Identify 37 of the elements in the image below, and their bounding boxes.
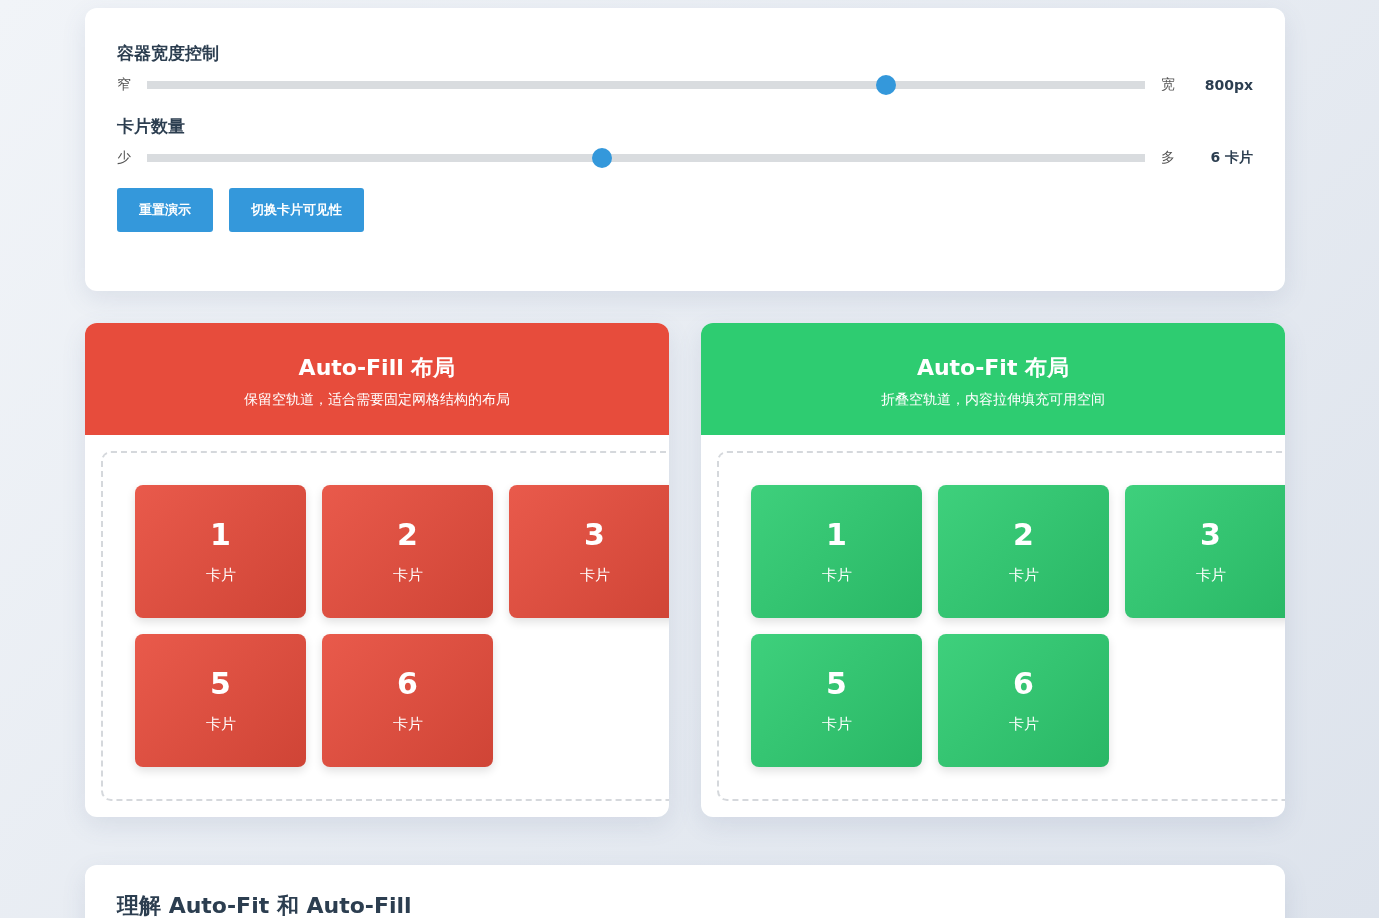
card-number: 5 [825,666,848,701]
control-title: 容器宽度控制 [117,42,220,65]
card-number: 3 [1199,517,1222,552]
card-number: 6 [396,666,419,701]
card-label: 卡片 [1194,566,1227,585]
action-button[interactable]: 重置演示 [117,188,213,232]
card-number: 5 [209,666,232,701]
section-heading: 理解 Auto-Fit 和 Auto-Fill [117,892,413,918]
slider-thumb[interactable] [875,75,896,95]
slider-max-label: 宽 [1161,76,1175,94]
slider-min-label: 窄 [117,76,131,94]
panel-title: Auto-Fill 布局 [297,354,457,382]
slider-max-label: 多 [1161,149,1175,167]
card-label: 卡片 [820,566,853,585]
action-button[interactable]: 切换卡片可见性 [229,188,364,232]
slider-value: 800px [1203,77,1253,93]
card-label: 卡片 [204,715,237,734]
card-number: 1 [209,517,232,552]
card-number: 1 [825,517,848,552]
card-number: 6 [1012,666,1035,701]
control-title: 卡片数量 [117,115,186,138]
card-label: 卡片 [391,566,424,585]
panel-title: Auto-Fit 布局 [915,354,1071,382]
card-label: 卡片 [578,566,611,585]
panel-subtitle: 保留空轨道，适合需要固定网格结构的布局 [243,391,511,409]
card-label: 卡片 [1007,566,1040,585]
card-label: 卡片 [204,566,237,585]
slider-thumb[interactable] [592,148,612,168]
card-label: 卡片 [820,715,853,734]
card-number: 2 [396,517,419,552]
card-number: 2 [1012,517,1035,552]
slider-min-label: 少 [117,149,131,167]
card-label: 卡片 [391,715,424,734]
slider-value: 6 卡片 [1209,149,1253,167]
card-label: 卡片 [1007,715,1040,734]
card-number: 3 [583,517,606,552]
panel-subtitle: 折叠空轨道，内容拉伸填充可用空间 [880,391,1106,409]
